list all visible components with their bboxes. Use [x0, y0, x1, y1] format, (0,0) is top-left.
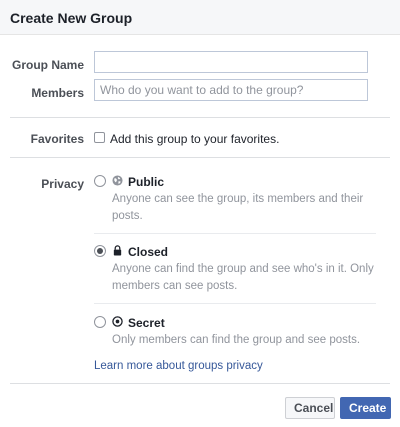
create-button[interactable]: Create: [340, 397, 391, 419]
favorites-text: Add this group to your favorites.: [110, 132, 280, 146]
members-label: Members: [31, 86, 84, 100]
lock-icon: [113, 245, 122, 256]
privacy-radio-secret[interactable]: [94, 316, 106, 328]
privacy-desc-secret: Only members can find the group and see …: [112, 334, 361, 346]
secret-icon: [112, 316, 123, 327]
option-divider: [94, 233, 376, 234]
favorites-checkbox[interactable]: [94, 132, 105, 143]
privacy-label: Privacy: [41, 177, 84, 191]
option-divider: [94, 303, 376, 304]
create-group-dialog: Create New Group Group Name Members Favo…: [0, 0, 400, 427]
privacy-radio-public[interactable]: [94, 175, 106, 187]
divider: [10, 117, 390, 118]
privacy-desc-closed: Anyone can find the group and see who's …: [112, 263, 374, 292]
group-name-label: Group Name: [11, 58, 84, 72]
members-input[interactable]: [94, 79, 368, 101]
divider: [10, 157, 390, 158]
learn-more-privacy-link[interactable]: Learn more about groups privacy: [94, 360, 263, 372]
dialog-header: Create New Group: [0, 0, 400, 35]
globe-icon: [112, 175, 123, 186]
privacy-title-secret: Secret: [128, 316, 165, 330]
privacy-radio-closed[interactable]: [94, 245, 106, 257]
privacy-desc-public: Anyone can see the group, its members an…: [112, 193, 364, 222]
privacy-title-public: Public: [128, 175, 165, 189]
group-name-input[interactable]: [94, 51, 368, 73]
dialog-title: Create New Group: [10, 10, 133, 26]
cancel-button[interactable]: Cancel: [285, 397, 335, 419]
privacy-title-closed: Closed: [128, 245, 169, 259]
divider: [10, 383, 390, 384]
favorites-label: Favorites: [30, 132, 84, 146]
